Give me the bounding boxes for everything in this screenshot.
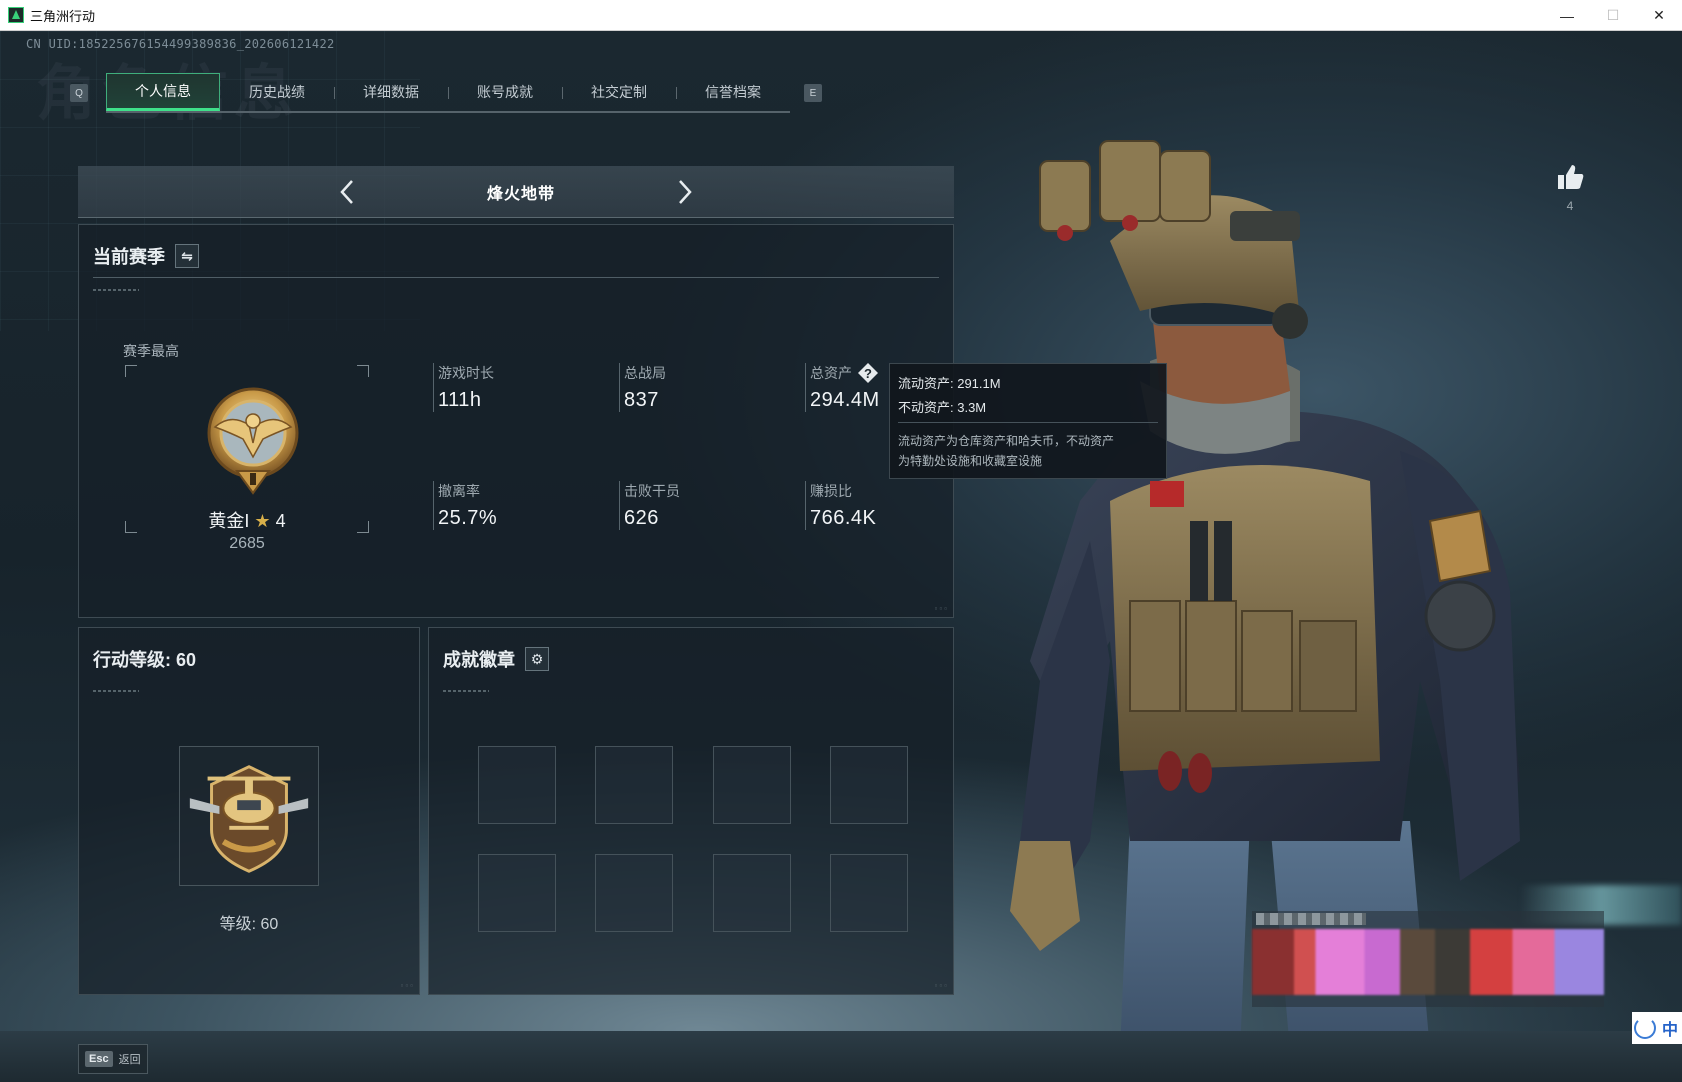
level-text: 等级: 60	[219, 916, 279, 933]
stat-label: 击败干员	[624, 483, 680, 499]
mode-selector: 烽火地带	[78, 166, 954, 218]
like-count: 4	[1566, 199, 1574, 213]
app-logo-icon	[8, 7, 24, 23]
badge-slot[interactable]	[595, 746, 673, 824]
corner-decor: ▫▫▫	[934, 604, 949, 613]
gold-rank-emblem-icon	[207, 387, 299, 495]
liquid-assets-text: 流动资产: 291.1M	[898, 376, 1001, 391]
stat-total-assets: 总资产 ? 294.4M	[805, 363, 880, 412]
thumbs-up-icon[interactable]	[1554, 161, 1586, 193]
badge-settings-button[interactable]: ⚙	[525, 647, 549, 671]
corner-decor: ▫▫▫	[400, 981, 415, 990]
decor-dots	[93, 289, 139, 291]
badge-slot[interactable]	[478, 854, 556, 932]
decor-dots	[443, 690, 489, 692]
esc-key-hint: Esc	[85, 1051, 113, 1067]
rank-tier-text: 黄金I	[208, 511, 250, 531]
tab-history[interactable]: 历史战绩	[220, 73, 334, 111]
stat-kills: 击败干员 626	[619, 481, 680, 530]
stat-value: 626	[624, 507, 659, 529]
assets-tooltip: 流动资产: 291.1M 不动资产: 3.3M 流动资产为仓库资产和哈夫币，不动…	[889, 363, 1167, 479]
help-icon[interactable]: ?	[858, 363, 878, 383]
level-emblem-frame	[179, 746, 319, 886]
stat-value: 111h	[438, 389, 482, 411]
game-scene: 角色信息 CN UID:185225676154499389836_202606…	[0, 31, 1682, 1082]
ime-indicator[interactable]: 中	[1632, 1012, 1682, 1044]
badges-panel-header: 成就徽章 ⚙	[443, 646, 549, 672]
badge-slot[interactable]	[478, 746, 556, 824]
tab-personal-info[interactable]: 个人信息	[106, 73, 220, 111]
tab-social[interactable]: 社交定制	[562, 73, 676, 111]
decor-dots	[93, 690, 139, 692]
pixelated-banner	[1252, 911, 1604, 1007]
ime-status-icon	[1633, 1017, 1656, 1039]
bottom-bar	[0, 1031, 1682, 1082]
stat-play-time: 游戏时长 111h	[433, 363, 494, 412]
stat-value: 25.7%	[438, 507, 498, 529]
badges-panel: 成就徽章 ⚙ ▫▫▫	[428, 627, 954, 995]
season-title: 当前赛季	[93, 247, 165, 267]
back-button[interactable]: Esc 返回	[78, 1044, 148, 1074]
close-button[interactable]: ✕	[1636, 0, 1682, 31]
switch-season-button[interactable]: ⇋	[175, 244, 199, 268]
ime-lang: 中	[1661, 1022, 1678, 1039]
assets-note-line1: 流动资产为仓库资产和哈夫币，不动资产	[898, 434, 1115, 448]
rank-stars-count: 4	[275, 511, 286, 531]
badge-slot[interactable]	[713, 854, 791, 932]
stat-value: 294.4M	[810, 389, 880, 411]
stat-label: 赚损比	[810, 483, 852, 499]
tab-list: 个人信息 历史战绩 详细数据 账号成就 社交定制 信誉档案	[106, 73, 790, 113]
chevron-left-icon[interactable]	[334, 178, 362, 206]
assets-note-line2: 为特勤处设施和收藏室设施	[898, 454, 1043, 468]
fixed-assets-text: 不动资产: 3.3M	[898, 400, 987, 415]
tab-credit[interactable]: 信誉档案	[676, 73, 790, 111]
level-title: 行动等级: 60	[93, 650, 197, 670]
stat-value: 837	[624, 389, 659, 411]
badges-title: 成就徽章	[443, 650, 515, 670]
window-titlebar: 三角洲行动 — ☐ ✕	[0, 0, 1682, 31]
tab-bar: Q 个人信息 历史战绩 详细数据 账号成就 社交定制 信誉档案 E	[70, 73, 822, 113]
next-tab-key-hint[interactable]: E	[804, 84, 822, 102]
badge-slot[interactable]	[713, 746, 791, 824]
rank-score: 2685	[229, 535, 265, 552]
back-label: 返回	[118, 1054, 141, 1066]
swap-icon: ⇋	[181, 247, 193, 264]
stat-label: 游戏时长	[438, 365, 494, 381]
stat-label: 总战局	[624, 365, 666, 381]
rank-name: 黄金I ★ 4	[125, 507, 369, 533]
minimize-button[interactable]: —	[1544, 0, 1590, 31]
level-panel: 行动等级: 60 等级: 60 ▫▫▫	[78, 627, 420, 995]
maximize-button[interactable]: ☐	[1590, 0, 1636, 31]
stat-value: 766.4K	[810, 507, 877, 529]
corner-decor: ▫▫▫	[934, 981, 949, 990]
helicopter-emblem-icon	[189, 765, 309, 873]
uid-text: CN UID:185225676154499389836_20260612142…	[26, 37, 335, 51]
divider	[93, 277, 939, 278]
stat-profit-ratio: 赚损比 766.4K	[805, 481, 876, 530]
stat-label-row: 总资产 ?	[810, 363, 880, 383]
season-best-label: 赛季最高	[123, 343, 179, 359]
window-controls: — ☐ ✕	[1544, 0, 1682, 31]
prev-tab-key-hint[interactable]: Q	[70, 84, 88, 102]
tab-achievements[interactable]: 账号成就	[448, 73, 562, 111]
badge-slot[interactable]	[830, 854, 908, 932]
season-panel-header: 当前赛季 ⇋	[93, 243, 199, 269]
stat-label: 总资产	[810, 365, 852, 381]
badge-slot[interactable]	[830, 746, 908, 824]
stat-label: 撤离率	[438, 483, 480, 499]
season-panel: 当前赛季 ⇋ 赛季最高 黄金I ★ 4 2685 游戏时长 111h 总战局 8…	[78, 224, 954, 618]
rank-frame: 黄金I ★ 4 2685	[125, 365, 369, 552]
gear-icon: ⚙	[530, 650, 544, 667]
stat-total-matches: 总战局 837	[619, 363, 666, 412]
badge-slot[interactable]	[595, 854, 673, 932]
chevron-right-icon[interactable]	[670, 178, 698, 206]
tab-detailed-data[interactable]: 详细数据	[334, 73, 448, 111]
window-title: 三角洲行动	[30, 8, 96, 24]
mode-title: 烽火地带	[486, 185, 555, 203]
stat-extract-rate: 撤离率 25.7%	[433, 481, 497, 530]
star-icon: ★	[254, 511, 271, 531]
